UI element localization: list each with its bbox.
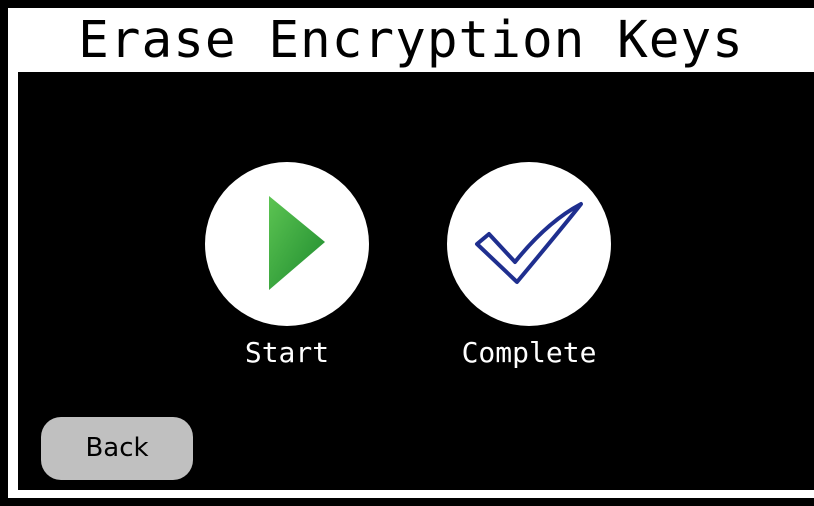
start-action: Start: [205, 162, 369, 370]
complete-action: Complete: [447, 162, 611, 370]
complete-label: Complete: [461, 336, 597, 369]
back-button[interactable]: Back: [41, 417, 193, 480]
start-button[interactable]: [205, 162, 369, 326]
play-icon: [269, 196, 325, 290]
content-area: Start Complete Back: [18, 72, 814, 490]
device-frame: Erase Encryption Keys Start Complete Bac…: [8, 8, 814, 498]
checkmark-icon: [475, 202, 583, 284]
start-label: Start: [244, 336, 330, 369]
complete-button[interactable]: [447, 162, 611, 326]
page-title: Erase Encryption Keys: [78, 11, 744, 70]
